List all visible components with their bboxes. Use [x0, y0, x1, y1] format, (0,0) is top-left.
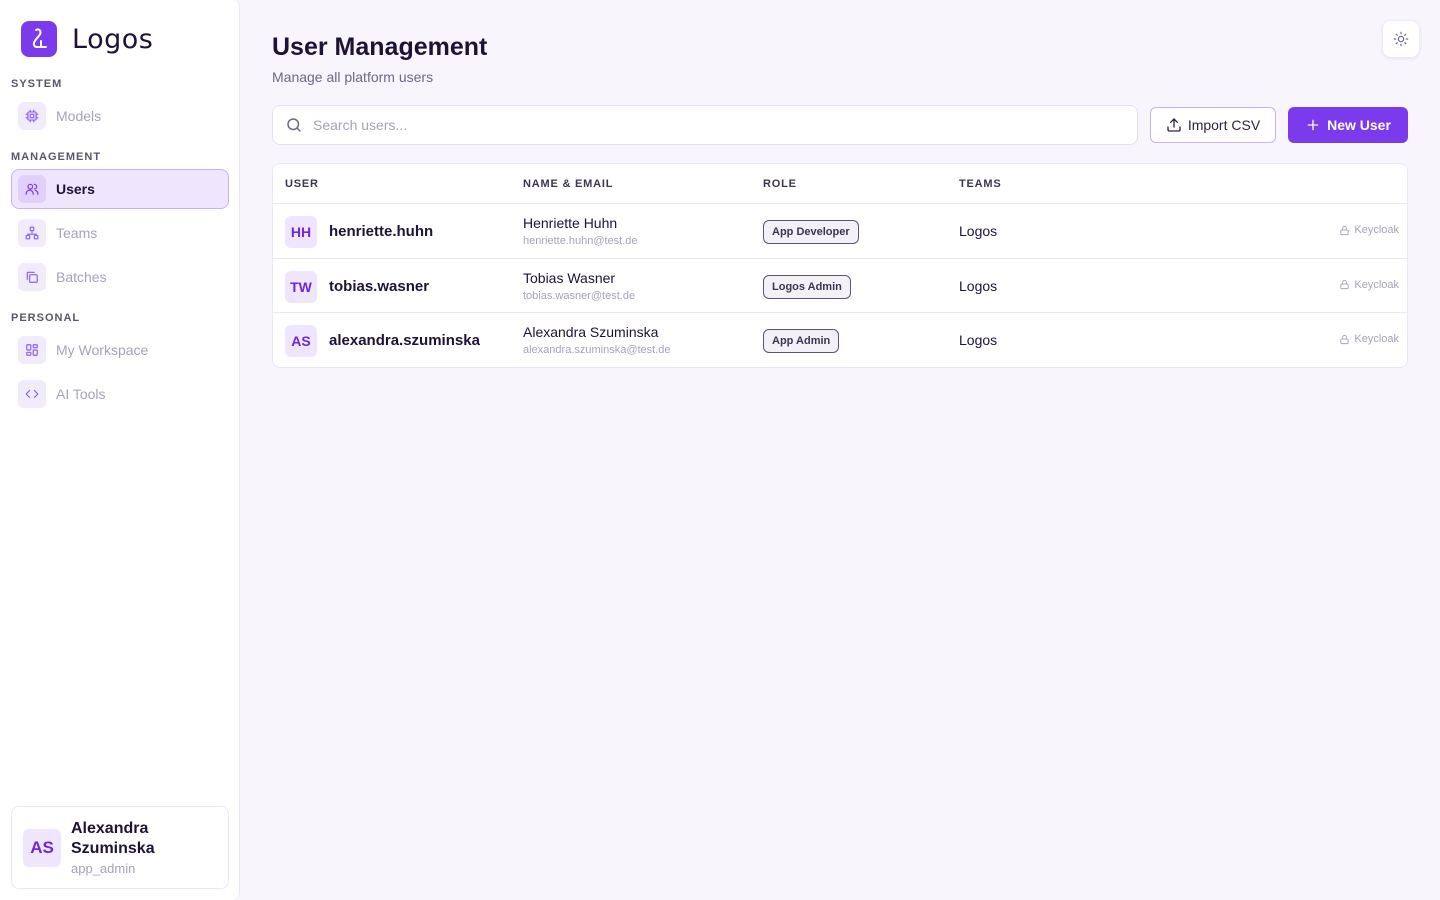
new-user-label: New User: [1327, 117, 1391, 133]
column-header-user[interactable]: USER: [285, 178, 319, 190]
grid-icon: [18, 336, 46, 364]
lock-icon: [1340, 279, 1349, 290]
auth-source: Keycloak: [1339, 224, 1399, 236]
auth-source-label: Keycloak: [1354, 224, 1399, 236]
import-csv-label: Import CSV: [1187, 117, 1261, 133]
import-csv-button[interactable]: Import CSV: [1150, 107, 1276, 143]
sidebar-item-ai-tools[interactable]: AI Tools: [11, 374, 229, 414]
current-user-name: Alexandra Szuminska: [71, 820, 155, 857]
search-box[interactable]: [272, 105, 1138, 145]
sidebar-item-users[interactable]: Users: [11, 169, 229, 209]
username: tobias.wasner: [329, 277, 430, 295]
page-title: User Management: [272, 33, 488, 61]
email: tobias.wasner@test.de: [523, 289, 636, 302]
lock-icon: [1340, 334, 1349, 344]
auth-source: Keycloak: [1339, 279, 1399, 291]
search-icon: [287, 118, 301, 132]
sidebar-item-models[interactable]: Models: [11, 96, 229, 136]
column-header-name-email[interactable]: NAME & EMAIL: [523, 178, 613, 190]
auth-source: Keycloak: [1339, 333, 1399, 345]
avatar: TW: [285, 270, 317, 303]
upload-icon: [1167, 118, 1181, 132]
avatar: HH: [285, 216, 317, 248]
team-name: Logos: [959, 223, 998, 239]
new-user-button[interactable]: New User: [1288, 107, 1408, 143]
sidebar-item-label: Batches: [56, 269, 107, 285]
section-label-management: MANAGEMENT: [11, 151, 102, 163]
brand-name: Logos: [72, 23, 154, 55]
email: alexandra.szuminska@test.de: [523, 344, 671, 356]
team-name: Logos: [959, 332, 998, 348]
email: henriette.huhn@test.de: [523, 235, 638, 247]
avatar: AS: [23, 828, 61, 867]
username: alexandra.szuminska: [329, 332, 480, 349]
sidebar-item-label: Teams: [56, 225, 98, 241]
role-badge: App Developer: [763, 220, 859, 244]
team-name: Logos: [959, 277, 998, 294]
section-label-system: SYSTEM: [11, 78, 63, 90]
username: henriette.huhn: [329, 223, 434, 240]
column-header-teams[interactable]: TEAMS: [959, 178, 1002, 190]
section-label-personal: PERSONAL: [11, 312, 81, 324]
plus-icon: [1307, 119, 1319, 131]
table-row[interactable]: TW tobias.wasner Tobias Wasner tobias.wa…: [273, 259, 1407, 313]
current-user-role: app_admin: [71, 861, 136, 876]
sun-icon: [1393, 31, 1409, 47]
copy-icon: [18, 263, 46, 291]
role-badge: App Admin: [763, 329, 840, 353]
brand[interactable]: Logos: [21, 21, 153, 57]
theme-toggle-button[interactable]: [1383, 21, 1419, 57]
table-header: USER NAME & EMAIL ROLE TEAMS: [273, 164, 1407, 204]
sidebar-item-my-workspace[interactable]: My Workspace: [11, 330, 229, 370]
users-table: USER NAME & EMAIL ROLE TEAMS HH henriett…: [272, 163, 1408, 368]
users-icon: [18, 175, 46, 203]
sidebar-item-label: Models: [56, 108, 102, 124]
full-name: Henriette Huhn: [523, 215, 618, 231]
sidebar-item-batches[interactable]: Batches: [11, 257, 229, 297]
network-icon: [18, 219, 46, 247]
sidebar-item-label: Users: [56, 181, 95, 197]
search-input[interactable]: [313, 117, 1093, 133]
page-subtitle: Manage all platform users: [272, 69, 434, 85]
logos-logo-icon: [21, 21, 57, 57]
column-header-role[interactable]: ROLE: [763, 178, 797, 190]
auth-source-label: Keycloak: [1354, 333, 1399, 345]
cpu-icon: [18, 102, 46, 130]
sidebar-item-label: AI Tools: [56, 386, 106, 402]
auth-source-label: Keycloak: [1354, 278, 1399, 291]
full-name: Alexandra Szuminska: [523, 324, 659, 340]
role-badge: Logos Admin: [763, 274, 851, 299]
avatar: AS: [285, 325, 317, 357]
sidebar-item-teams[interactable]: Teams: [11, 213, 229, 253]
sidebar: Logos SYSTEM Models MANAGEMENT Users Tea…: [0, 0, 240, 900]
code-icon: [18, 380, 46, 408]
current-user-card[interactable]: AS Alexandra Szuminska app_admin: [11, 806, 229, 889]
table-row[interactable]: AS alexandra.szuminska Alexandra Szumins…: [273, 313, 1407, 367]
sidebar-item-label: My Workspace: [56, 342, 149, 358]
table-row[interactable]: HH henriette.huhn Henriette Huhn henriet…: [273, 204, 1407, 259]
lock-icon: [1340, 225, 1349, 235]
full-name: Tobias Wasner: [523, 269, 616, 286]
